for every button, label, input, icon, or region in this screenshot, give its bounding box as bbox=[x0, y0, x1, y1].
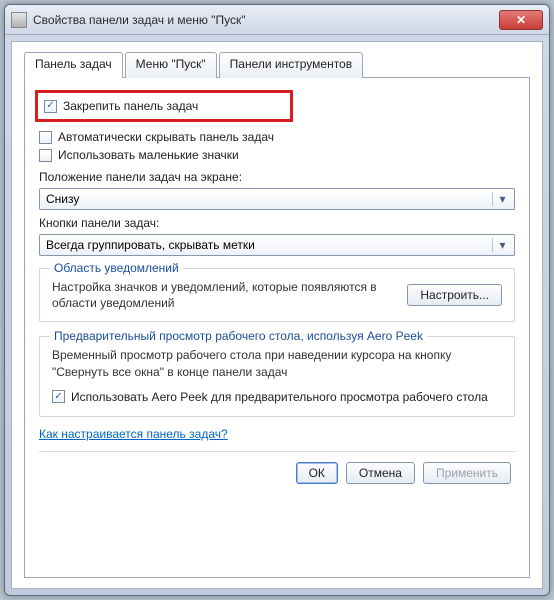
select-position[interactable]: Снизу ▾ bbox=[39, 188, 515, 210]
notify-desc: Настройка значков и уведомлений, которые… bbox=[52, 279, 397, 311]
client-area: Панель задач Меню "Пуск" Панели инструме… bbox=[11, 41, 543, 589]
tab-start-menu[interactable]: Меню "Пуск" bbox=[125, 52, 217, 78]
position-label: Положение панели задач на экране: bbox=[39, 170, 515, 184]
checkbox-row-lock: Закрепить панель задач bbox=[44, 97, 284, 115]
group-design: Оформление панели задач Закрепить панель… bbox=[39, 90, 515, 256]
buttons-mode-label: Кнопки панели задач: bbox=[39, 216, 515, 230]
ok-button[interactable]: ОК bbox=[296, 462, 338, 484]
aero-legend: Предварительный просмотр рабочего стола,… bbox=[50, 329, 427, 343]
notify-legend: Область уведомлений bbox=[50, 261, 183, 275]
close-button[interactable]: ✕ bbox=[499, 10, 543, 30]
select-position-value: Снизу bbox=[46, 192, 79, 206]
select-buttons-value: Всегда группировать, скрывать метки bbox=[46, 238, 255, 252]
tab-toolbars[interactable]: Панели инструментов bbox=[219, 52, 363, 78]
checkbox-lock-label: Закрепить панель задач bbox=[63, 99, 198, 113]
chevron-down-icon: ▾ bbox=[492, 238, 508, 252]
dialog-window: Свойства панели задач и меню "Пуск" ✕ Па… bbox=[4, 4, 550, 596]
checkbox-autohide[interactable] bbox=[39, 131, 52, 144]
highlight-lock-taskbar: Закрепить панель задач bbox=[35, 90, 293, 122]
checkbox-aero-label: Использовать Aero Peek для предварительн… bbox=[71, 390, 488, 404]
titlebar: Свойства панели задач и меню "Пуск" ✕ bbox=[5, 5, 549, 35]
apply-button[interactable]: Применить bbox=[423, 462, 511, 484]
checkbox-row-aero: Использовать Aero Peek для предварительн… bbox=[52, 388, 502, 406]
close-icon: ✕ bbox=[516, 13, 526, 27]
window-title: Свойства панели задач и меню "Пуск" bbox=[33, 13, 499, 27]
tab-panel: Оформление панели задач Закрепить панель… bbox=[24, 77, 530, 578]
cancel-button[interactable]: Отмена bbox=[346, 462, 415, 484]
checkbox-row-smallicons: Использовать маленькие значки bbox=[39, 146, 515, 164]
checkbox-autohide-label: Автоматически скрывать панель задач bbox=[58, 130, 274, 144]
dialog-buttons: ОК Отмена Применить bbox=[39, 451, 515, 486]
customize-button[interactable]: Настроить... bbox=[407, 284, 502, 306]
select-buttons-mode[interactable]: Всегда группировать, скрывать метки ▾ bbox=[39, 234, 515, 256]
app-icon bbox=[11, 12, 27, 28]
group-aero-peek: Предварительный просмотр рабочего стола,… bbox=[39, 336, 515, 416]
tab-strip: Панель задач Меню "Пуск" Панели инструме… bbox=[24, 52, 530, 78]
aero-desc: Временный просмотр рабочего стола при на… bbox=[52, 347, 502, 379]
checkbox-small-icons[interactable] bbox=[39, 149, 52, 162]
checkbox-smallicons-label: Использовать маленькие значки bbox=[58, 148, 239, 162]
chevron-down-icon: ▾ bbox=[492, 192, 508, 206]
checkbox-lock-taskbar[interactable] bbox=[44, 100, 57, 113]
tab-taskbar[interactable]: Панель задач bbox=[24, 52, 123, 78]
group-notification-area: Область уведомлений Настройка значков и … bbox=[39, 268, 515, 322]
checkbox-row-autohide: Автоматически скрывать панель задач bbox=[39, 128, 515, 146]
checkbox-aero-peek[interactable] bbox=[52, 390, 65, 403]
help-link[interactable]: Как настраивается панель задач? bbox=[39, 427, 228, 441]
